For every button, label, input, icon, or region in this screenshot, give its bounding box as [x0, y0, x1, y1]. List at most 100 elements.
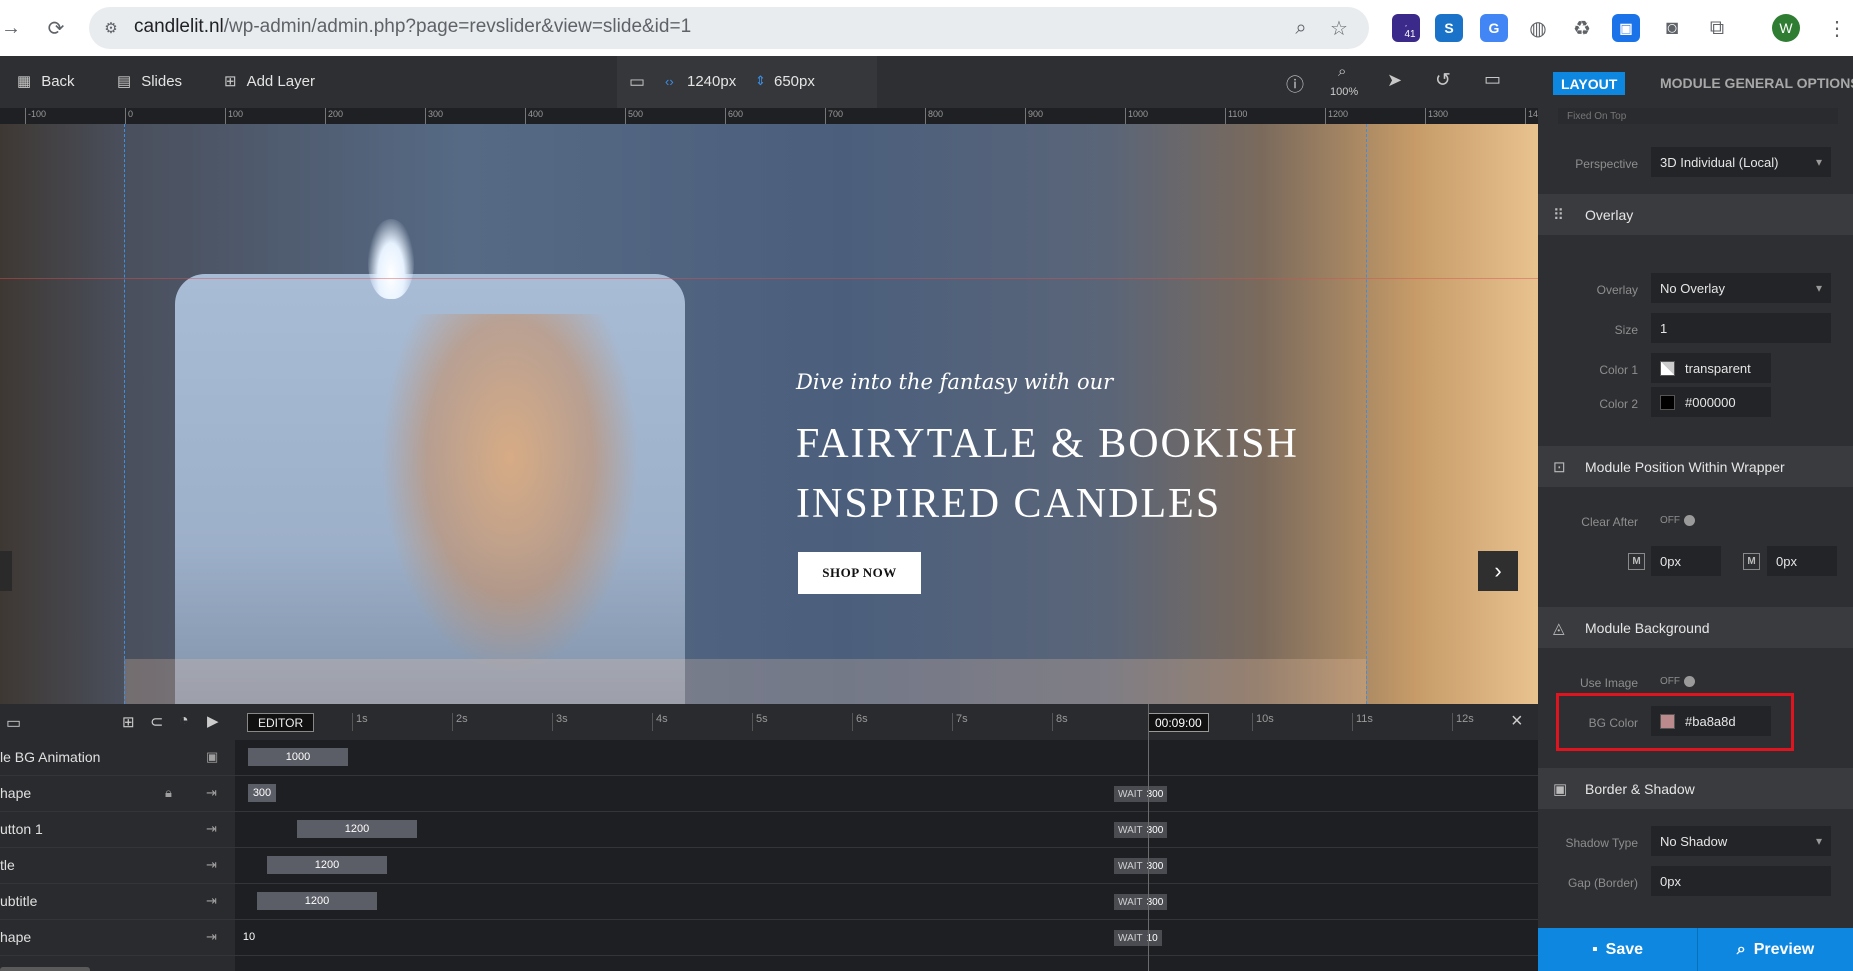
- recycle-icon[interactable]: ♻: [1568, 14, 1596, 42]
- desktop-icon[interactable]: ▭: [629, 72, 645, 92]
- menu-kebab-icon[interactable]: ⋮: [1823, 14, 1851, 42]
- background-section-header[interactable]: ◬ Module Background: [1538, 607, 1853, 648]
- timeline-row[interactable]: ubtitle ⇥ 1200 WAIT 300: [0, 884, 1538, 920]
- layer-end-icon[interactable]: ⇥: [206, 929, 217, 945]
- timeline-start-bar[interactable]: 1200: [267, 856, 387, 874]
- fixed-on-top-row[interactable]: Fixed On Top: [1558, 108, 1838, 124]
- monitor-icon[interactable]: ▭: [1484, 69, 1501, 90]
- preview-button[interactable]: ⌕ Preview: [1698, 928, 1853, 971]
- overlay-select[interactable]: No Overlay: [1651, 273, 1831, 303]
- timeline-wait-block[interactable]: WAIT 300: [1114, 858, 1168, 874]
- timeline-wait-block[interactable]: WAIT 300: [1114, 894, 1168, 910]
- folder-icon[interactable]: ▭: [6, 713, 21, 733]
- zoom-icon[interactable]: ⌕: [1287, 14, 1315, 42]
- screen-record-icon[interactable]: ▣: [1612, 14, 1640, 42]
- border-shadow-section-header[interactable]: ▣ Border & Shadow: [1538, 768, 1853, 809]
- timeline-start-bar[interactable]: 1200: [257, 892, 377, 910]
- timeline-start-bar[interactable]: 10: [243, 928, 255, 946]
- timeline-wait-block[interactable]: WAIT 10: [1114, 930, 1162, 946]
- bookmark-star-icon[interactable]: ☆: [1325, 14, 1353, 42]
- slides-label: Slides: [141, 72, 183, 90]
- add-layer-button[interactable]: ⊞ Add Layer: [224, 72, 315, 91]
- color1-label: Color 1: [1599, 363, 1638, 377]
- shadow-type-select[interactable]: No Shadow: [1651, 826, 1831, 856]
- margin-bottom-input[interactable]: 0px: [1767, 546, 1837, 576]
- magnet-icon[interactable]: ⊂: [150, 712, 163, 732]
- timeline-header: ▭ ⊞ ⊂ ◔ ▶ EDITOR 1s2s3s4s5s6s7s8s9s10s11…: [0, 704, 1538, 740]
- next-slide-arrow[interactable]: ›: [1478, 551, 1518, 591]
- timeline-scrollbar[interactable]: [0, 967, 90, 971]
- extension-s-icon[interactable]: S: [1435, 14, 1463, 42]
- grid-snap-icon[interactable]: ⊞: [122, 713, 135, 731]
- margin-top-input[interactable]: 0px: [1651, 546, 1721, 576]
- layer-end-icon[interactable]: ⇥: [206, 785, 217, 801]
- slides-button[interactable]: ▤ Slides: [117, 72, 183, 91]
- lock-icon[interactable]: 🔒︎: [165, 785, 172, 801]
- zoom-search-icon[interactable]: ⌕: [1338, 63, 1346, 80]
- editor-mode-button[interactable]: EDITOR: [247, 713, 315, 732]
- timeline-start-bar[interactable]: 300: [248, 784, 276, 802]
- undo-icon[interactable]: ↺: [1435, 69, 1451, 92]
- timer-icon[interactable]: ◔: [179, 712, 189, 730]
- reload-icon[interactable]: ⟳: [42, 14, 70, 42]
- gap-border-label: Gap (Border): [1567, 876, 1638, 890]
- position-section-header[interactable]: ⊡ Module Position Within Wrapper: [1538, 446, 1853, 487]
- color2-picker[interactable]: #000000: [1651, 387, 1771, 417]
- prev-slide-arrow[interactable]: [0, 551, 12, 591]
- extensions-puzzle-icon[interactable]: ⧉: [1703, 14, 1731, 42]
- overlay-section-header[interactable]: ⠿ Overlay: [1538, 194, 1853, 235]
- close-icon[interactable]: ×: [1511, 710, 1523, 733]
- gap-border-input[interactable]: 0px: [1651, 866, 1831, 896]
- width-input[interactable]: 1240px: [687, 73, 736, 90]
- timeline-layer-name: le BG Animation: [0, 749, 101, 765]
- help-icon[interactable]: ⓘ: [1286, 71, 1304, 97]
- size-input[interactable]: 1: [1651, 313, 1831, 343]
- current-time-display[interactable]: 00:09:00: [1148, 713, 1209, 732]
- pointer-icon[interactable]: ➤: [1387, 70, 1402, 91]
- border-icon: ▣: [1553, 780, 1568, 798]
- globe-icon[interactable]: ◍: [1524, 14, 1552, 42]
- timeline-row[interactable]: hape 🔒︎ ⇥ 300 WAIT 300: [0, 776, 1538, 812]
- color1-value: transparent: [1685, 360, 1751, 376]
- slide-title-line-2[interactable]: INSPIRED CANDLES: [796, 480, 1221, 528]
- timeline-row[interactable]: hape ⇥ 10 WAIT 10: [0, 920, 1538, 956]
- timeline-layer-name: tle: [0, 857, 15, 873]
- timeline-layer-name: hape: [0, 929, 32, 945]
- play-icon[interactable]: ▶: [207, 712, 219, 730]
- timeline-wait-block[interactable]: WAIT 300: [1114, 786, 1168, 802]
- slide-canvas[interactable]: ›: [0, 124, 1538, 704]
- layer-end-icon[interactable]: ⇥: [206, 893, 217, 909]
- slide-title-line-1[interactable]: FAIRYTALE & BOOKISH: [796, 420, 1299, 468]
- tab-layout[interactable]: LAYOUT: [1553, 72, 1626, 95]
- timeline-tick: 6s: [852, 713, 868, 731]
- slide-subtitle[interactable]: Dive into the fantasy with our: [796, 370, 1113, 394]
- forward-icon[interactable]: →: [0, 14, 22, 42]
- playhead-line[interactable]: [1148, 704, 1149, 971]
- timeline-row[interactable]: tle ⇥ 1200 WAIT 300: [0, 848, 1538, 884]
- shape-layer[interactable]: [124, 659, 1366, 704]
- site-info-icon[interactable]: ⚙: [97, 14, 125, 42]
- tab-module-general-options[interactable]: MODULE GENERAL OPTIONS: [1660, 75, 1853, 91]
- timeline-row[interactable]: utton 1 ⇥ 1200 WAIT 300: [0, 812, 1538, 848]
- timeline-row[interactable]: le BG Animation ▣ 1000: [0, 740, 1538, 776]
- layer-end-icon[interactable]: ⇥: [206, 821, 217, 837]
- timeline-start-bar[interactable]: 1200: [297, 820, 417, 838]
- shop-now-button[interactable]: SHOP NOW: [798, 552, 921, 594]
- google-translate-icon[interactable]: G: [1480, 14, 1508, 42]
- camera-icon[interactable]: ◙: [1658, 14, 1686, 42]
- color1-picker[interactable]: transparent: [1651, 353, 1771, 383]
- profile-avatar[interactable]: W: [1772, 14, 1800, 42]
- image-icon[interactable]: ▣: [206, 749, 218, 765]
- perspective-label: Perspective: [1575, 157, 1638, 171]
- height-input[interactable]: 650px: [774, 73, 815, 90]
- back-button[interactable]: ▦ Back: [17, 72, 75, 91]
- perspective-select[interactable]: 3D Individual (Local): [1651, 147, 1831, 177]
- ruler-tick: 900: [1025, 108, 1043, 124]
- ruler-tick: 1300: [1425, 108, 1448, 124]
- use-image-toggle[interactable]: OFF: [1660, 676, 1695, 687]
- clear-after-toggle[interactable]: OFF: [1660, 515, 1695, 526]
- save-button[interactable]: ▪ Save: [1538, 928, 1698, 971]
- timeline-wait-block[interactable]: WAIT 300: [1114, 822, 1168, 838]
- layer-end-icon[interactable]: ⇥: [206, 857, 217, 873]
- timeline-start-bar[interactable]: 1000: [248, 748, 348, 766]
